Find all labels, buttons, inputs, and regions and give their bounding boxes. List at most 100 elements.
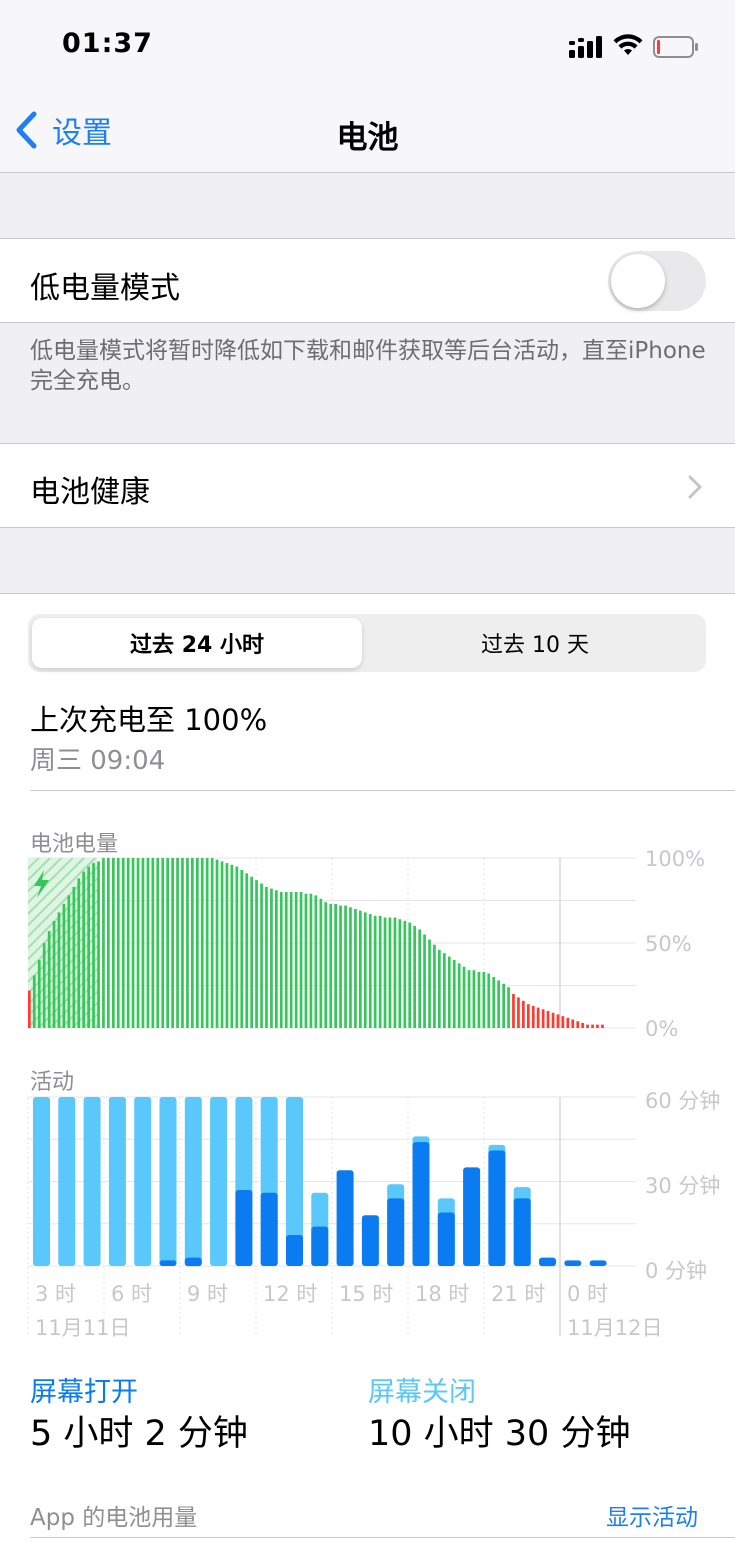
- date-label: 11月11日: [35, 1316, 131, 1340]
- date-label: 11月12日: [567, 1316, 663, 1340]
- low-power-mode-row: 低电量模式: [0, 239, 735, 322]
- battery-level-bar: [97, 861, 100, 1028]
- last-charge-title: 上次充电至 100%: [30, 703, 268, 737]
- low-power-mode-description: 低电量模式将暂时降低如下载和邮件获取等后台活动，直至iPhone完全充电。: [30, 338, 706, 394]
- screen-on-bar: [463, 1167, 481, 1266]
- battery-level-bar: [107, 858, 110, 1028]
- screen-on-label: 屏幕打开: [30, 1377, 138, 1408]
- battery-level-bar: [196, 858, 199, 1028]
- battery-level-bar: [324, 902, 328, 1028]
- battery-level-bar: [527, 1004, 530, 1028]
- battery-level-bar: [561, 1016, 565, 1028]
- battery-level-bar: [418, 929, 421, 1028]
- battery-level-bar: [57, 912, 61, 1028]
- battery-level-bar: [37, 960, 41, 1028]
- chevron-right-icon: [688, 475, 702, 499]
- screen-on-bar: [286, 1235, 303, 1266]
- battery-level-bar: [556, 1014, 560, 1028]
- battery-level-bar: [255, 880, 258, 1028]
- screen-on-bar: [589, 1260, 607, 1266]
- battery-level-bar: [438, 949, 441, 1028]
- battery-level-bar: [294, 892, 298, 1028]
- battery-level-bar: [443, 953, 446, 1028]
- battery-level-bar: [507, 987, 510, 1028]
- screen-on-bar: [235, 1190, 253, 1266]
- battery-level-bar: [359, 910, 362, 1028]
- battery-level-bar: [319, 898, 323, 1028]
- battery-level-bar: [121, 858, 125, 1028]
- battery-level-bar: [235, 866, 239, 1028]
- battery-level-bar: [428, 939, 431, 1028]
- battery-level-bar: [52, 920, 56, 1028]
- divider: [30, 790, 735, 791]
- battery-level-bar: [482, 971, 486, 1028]
- x-tick-label: 18 时: [415, 1282, 470, 1306]
- battery-level-bar: [452, 960, 456, 1028]
- battery-level-bar: [591, 1024, 594, 1028]
- battery-level-bar: [383, 917, 387, 1028]
- battery-level-bar: [112, 858, 115, 1028]
- battery-level-bar: [186, 858, 189, 1028]
- battery-level-bar: [368, 914, 372, 1028]
- x-tick-label: 9 时: [187, 1282, 229, 1306]
- battery-level-bar: [462, 966, 466, 1028]
- battery-level-bar: [131, 858, 135, 1028]
- battery-level-bar: [126, 858, 130, 1028]
- segment-last-24-hours[interactable]: 过去 24 小时: [32, 618, 362, 668]
- show-activity-button[interactable]: 显示活动: [606, 1498, 698, 1532]
- x-tick-label: 15 时: [339, 1282, 394, 1306]
- battery-level-bar: [205, 858, 209, 1028]
- x-tick-label: 12 时: [263, 1282, 318, 1306]
- battery-level-bar: [141, 858, 145, 1028]
- battery-level-bar: [329, 903, 333, 1028]
- screen-on-bar: [387, 1198, 405, 1266]
- battery-level-bar: [512, 994, 515, 1028]
- battery-level-bar: [156, 858, 160, 1028]
- battery-level-bar: [171, 858, 174, 1028]
- battery-level-bar: [240, 869, 244, 1028]
- battery-level-bar: [457, 963, 461, 1028]
- divider: [0, 322, 735, 323]
- screen-on-bar: [311, 1226, 329, 1266]
- screen-off-bar: [210, 1097, 228, 1266]
- segment-last-10-days[interactable]: 过去 10 天: [368, 618, 702, 668]
- battery-level-bar: [67, 895, 71, 1028]
- screen-off-bar: [83, 1097, 101, 1266]
- battery-level-bar: [541, 1009, 545, 1028]
- battery-level-bar: [265, 886, 268, 1028]
- time-range-segmented-control: 过去 24 小时 过去 10 天: [28, 614, 706, 672]
- navigation-bar: 设置 电池: [0, 90, 735, 173]
- battery-level-bar: [517, 997, 520, 1028]
- battery-level-bar: [531, 1005, 535, 1028]
- battery-level-bar: [388, 917, 392, 1028]
- battery-level-bar: [363, 912, 367, 1028]
- battery-level-bar: [304, 893, 308, 1028]
- screen-on-bar: [539, 1257, 556, 1267]
- battery-level-bar: [398, 919, 402, 1028]
- activity-axis-tick: 30 分钟: [645, 1174, 721, 1198]
- battery-level-bar: [225, 863, 229, 1028]
- toggle-knob: [611, 254, 665, 308]
- battery-level-bar: [32, 975, 36, 1028]
- battery-level-bar: [413, 926, 416, 1028]
- battery-health-label: 电池健康: [30, 475, 150, 510]
- battery-level-bar: [487, 973, 491, 1028]
- screen-on-bar: [361, 1215, 379, 1266]
- activity-axis-tick: 60 分钟: [645, 1089, 721, 1113]
- low-power-mode-toggle[interactable]: [608, 251, 706, 311]
- battery-level-bar: [87, 866, 90, 1028]
- battery-level-bar: [289, 892, 293, 1028]
- battery-level-bar: [275, 890, 278, 1028]
- battery-axis-tick: 0%: [645, 1017, 679, 1041]
- battery-level-bar: [576, 1021, 580, 1028]
- battery-level-bar: [546, 1011, 550, 1028]
- battery-health-row[interactable]: 电池健康: [0, 444, 735, 527]
- battery-level-bar: [408, 922, 412, 1028]
- screen-off-value: 10 小时 30 分钟: [368, 1414, 631, 1454]
- battery-axis-tick: 50%: [645, 932, 692, 956]
- battery-level-bar: [28, 990, 31, 1028]
- battery-level-bar: [433, 944, 436, 1028]
- battery-level-bar: [270, 888, 273, 1028]
- battery-level-bar: [571, 1019, 575, 1028]
- battery-level-bar: [601, 1024, 604, 1028]
